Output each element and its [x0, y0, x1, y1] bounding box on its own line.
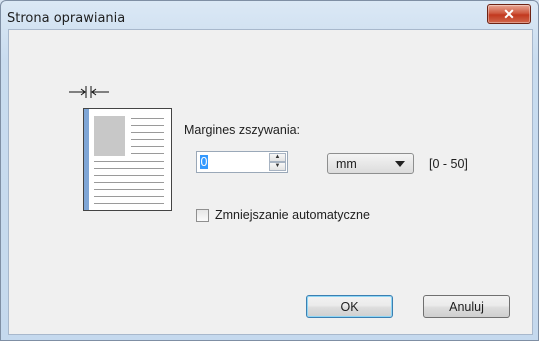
- spin-up-button[interactable]: ▲: [269, 153, 286, 162]
- chevron-down-icon: ▼: [274, 163, 281, 169]
- auto-reduce-checkbox[interactable]: [196, 209, 209, 222]
- picture-placeholder: [94, 116, 125, 156]
- dropdown-arrow-icon: [395, 161, 405, 167]
- margin-label: Margines zszywania:: [184, 123, 301, 137]
- unit-select[interactable]: mm: [327, 153, 414, 174]
- binding-margin-arrows-icon: [69, 86, 109, 98]
- dialog-title: Strona oprawiania: [7, 11, 126, 26]
- cancel-button[interactable]: Anuluj: [423, 295, 510, 318]
- binding-edge: [84, 109, 89, 210]
- close-icon: ✕: [503, 6, 515, 22]
- spin-buttons: ▲ ▼: [269, 153, 286, 171]
- margin-range: [0 - 50]: [429, 157, 468, 171]
- dialog-window: Strona oprawiania ✕ Margines zszywania: …: [0, 0, 539, 341]
- ok-button[interactable]: OK: [306, 295, 393, 318]
- margin-input[interactable]: 0: [200, 155, 208, 169]
- close-button[interactable]: ✕: [487, 4, 531, 24]
- chevron-up-icon: ▲: [274, 154, 281, 160]
- dialog-body: Margines zszywania: 0 ▲ ▼ mm [0 - 50] Zm…: [8, 29, 533, 335]
- unit-select-value: mm: [336, 157, 357, 171]
- auto-reduce-label[interactable]: Zmniejszanie automatyczne: [215, 208, 370, 222]
- spin-down-button[interactable]: ▼: [269, 162, 286, 171]
- margin-spinbox[interactable]: 0 ▲ ▼: [196, 151, 288, 173]
- binding-illustration: [63, 85, 183, 215]
- page-preview: [83, 108, 172, 211]
